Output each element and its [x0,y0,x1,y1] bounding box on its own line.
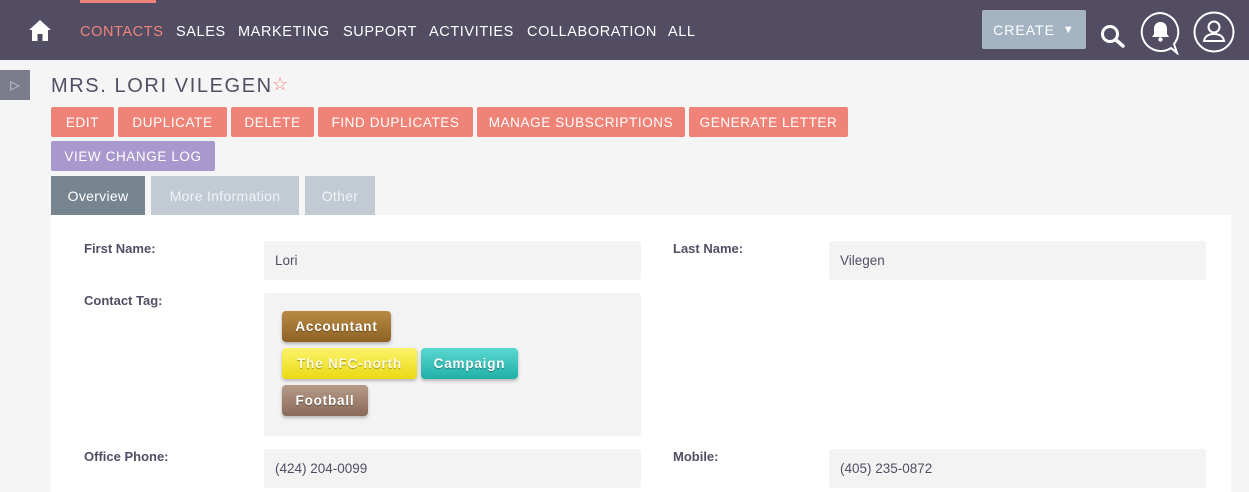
office-phone-label: Office Phone: [84,449,169,464]
top-navigation-bar: CONTACTS SALES MARKETING SUPPORT ACTIVIT… [0,0,1249,60]
nav-item-all[interactable]: ALL [668,24,696,40]
view-change-log-button[interactable]: VIEW CHANGE LOG [51,141,215,171]
search-icon[interactable] [1098,20,1128,50]
tab-overview[interactable]: Overview [51,176,145,215]
bell-icon[interactable] [1140,11,1181,57]
find-duplicates-button[interactable]: FIND DUPLICATES [318,107,473,137]
first-name-label: First Name: [84,241,156,256]
office-phone-value[interactable]: (424) 204-0099 [264,449,641,488]
user-icon[interactable] [1193,11,1235,53]
delete-button[interactable]: DELETE [231,107,314,137]
tab-other[interactable]: Other [305,176,375,215]
tag-football[interactable]: Football [282,385,368,416]
nav-item-support[interactable]: SUPPORT [343,24,417,40]
tab-more-information[interactable]: More Information [151,176,299,215]
detail-panel: First Name: Lori Last Name: Vilegen Cont… [51,215,1231,492]
last-name-label: Last Name: [673,241,744,256]
last-name-value[interactable]: Vilegen [829,241,1206,280]
edit-button[interactable]: EDIT [51,107,114,137]
duplicate-button[interactable]: DUPLICATE [118,107,227,137]
favorite-star-icon[interactable]: ☆ [272,74,288,95]
sidebar-toggle-button[interactable]: ▷ [0,70,30,100]
tag-campaign[interactable]: Campaign [421,348,518,379]
manage-subscriptions-button[interactable]: MANAGE SUBSCRIPTIONS [477,107,685,137]
page-title: MRS. LORI VILEGEN [51,75,273,97]
generate-letter-button[interactable]: GENERATE LETTER [689,107,848,137]
nav-item-contacts[interactable]: CONTACTS [80,24,163,40]
nav-item-collaboration[interactable]: COLLABORATION [527,24,657,40]
active-tab-indicator [80,0,156,3]
nav-item-marketing[interactable]: MARKETING [238,24,330,40]
create-button[interactable]: CREATE ▼ [982,10,1086,49]
caret-down-icon: ▼ [1062,23,1075,36]
contact-tag-value[interactable]: Accountant The NFC-north Campaign Footba… [264,293,641,436]
contact-tag-label: Contact Tag: [84,293,163,308]
tag-accountant[interactable]: Accountant [282,311,391,342]
expand-arrow-icon: ▷ [10,78,20,92]
first-name-value[interactable]: Lori [264,241,641,280]
nav-item-activities[interactable]: ACTIVITIES [429,24,514,40]
tag-the-nfc-north[interactable]: The NFC-north [282,348,417,379]
nav-item-sales[interactable]: SALES [176,24,226,40]
home-icon[interactable] [26,18,54,44]
mobile-label: Mobile: [673,449,719,464]
create-button-label: CREATE [993,21,1055,38]
mobile-value[interactable]: (405) 235-0872 [829,449,1206,488]
